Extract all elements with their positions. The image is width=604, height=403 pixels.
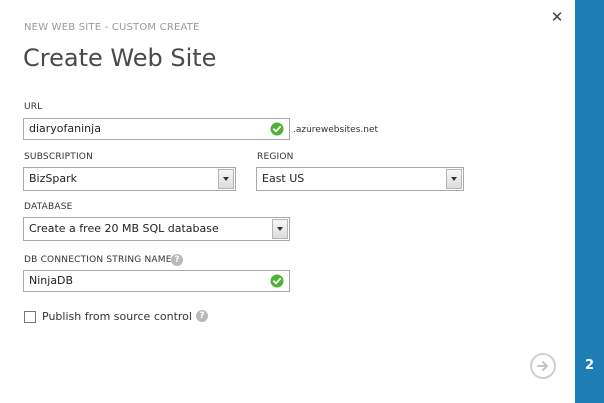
create-web-site-dialog: ✕ NEW WEB SITE - CUSTOM CREATE Create We… bbox=[0, 0, 604, 403]
url-domain-suffix: .azurewebsites.net bbox=[293, 125, 379, 135]
help-icon[interactable]: ? bbox=[196, 310, 208, 322]
close-icon[interactable]: ✕ bbox=[549, 9, 565, 25]
chevron-down-icon[interactable] bbox=[446, 169, 462, 189]
region-selected-value: East US bbox=[262, 172, 305, 185]
url-input[interactable]: diaryofaninja bbox=[23, 118, 290, 140]
chevron-down-icon[interactable] bbox=[218, 169, 234, 189]
publish-checkbox-label: Publish from source control bbox=[42, 310, 192, 323]
database-selected-value: Create a free 20 MB SQL database bbox=[29, 222, 219, 235]
connection-string-input[interactable]: NinjaDB bbox=[23, 270, 290, 292]
next-button[interactable] bbox=[530, 353, 556, 379]
database-label: DATABASE bbox=[24, 202, 73, 212]
region-select[interactable]: East US bbox=[256, 167, 464, 191]
url-valid-check-icon bbox=[270, 122, 284, 136]
publish-checkbox[interactable] bbox=[24, 311, 36, 323]
wizard-step-bar: 2 bbox=[575, 0, 604, 403]
dialog-title: Create Web Site bbox=[23, 44, 217, 72]
subscription-selected-value: BizSpark bbox=[29, 172, 77, 185]
subscription-label: SUBSCRIPTION bbox=[24, 152, 94, 162]
connection-string-label: DB CONNECTION STRING NAME bbox=[24, 255, 172, 265]
database-select[interactable]: Create a free 20 MB SQL database bbox=[23, 217, 290, 241]
region-label: REGION bbox=[257, 152, 294, 162]
connection-valid-check-icon bbox=[270, 274, 284, 288]
help-icon[interactable]: ? bbox=[171, 254, 183, 266]
step-number: 2 bbox=[584, 358, 595, 373]
dialog-subtitle: NEW WEB SITE - CUSTOM CREATE bbox=[24, 22, 200, 33]
arrow-right-icon bbox=[537, 361, 548, 371]
url-label: URL bbox=[24, 102, 43, 112]
subscription-select[interactable]: BizSpark bbox=[23, 167, 236, 191]
chevron-down-icon[interactable] bbox=[272, 219, 288, 239]
